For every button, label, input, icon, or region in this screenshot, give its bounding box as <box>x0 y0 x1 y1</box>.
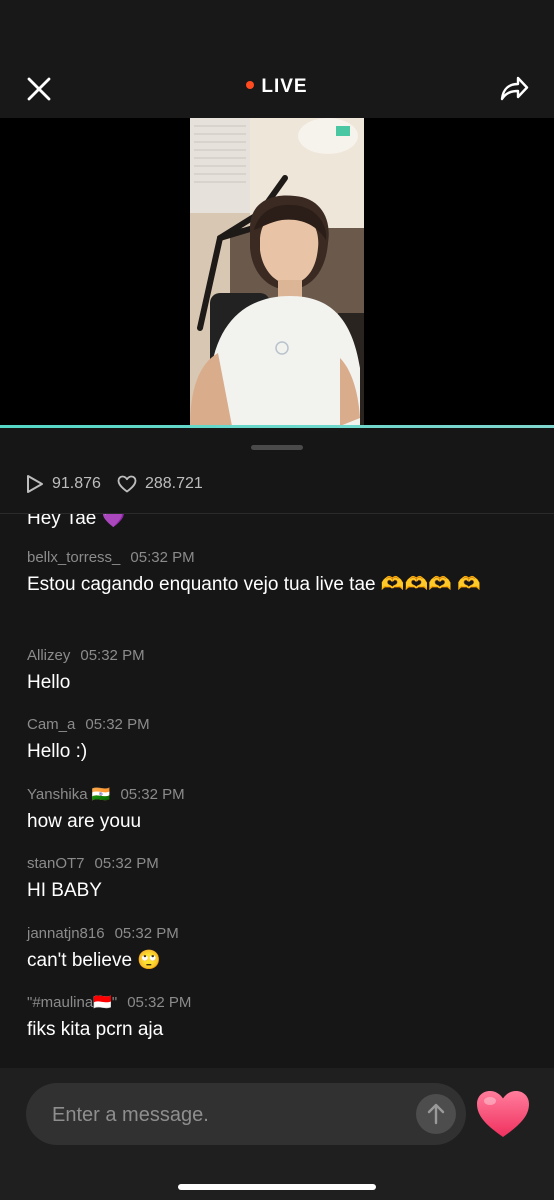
timestamp: 05:32 PM <box>114 925 179 942</box>
timestamp: 05:32 PM <box>120 786 185 803</box>
message-text: can't believe 🙄 <box>27 950 161 971</box>
bottom-bar <box>0 1068 554 1200</box>
message-text: fiks kita pcrn aja <box>27 1019 164 1040</box>
message-header: Allizey 05:32 PM <box>27 646 527 666</box>
play-count: 91.876 <box>26 474 101 494</box>
message-text: Hello :) <box>27 741 88 762</box>
message-header: jannatjn816 05:32 PM <box>27 924 527 944</box>
chat-panel: 91.876 288.721 Hey Tae 💜 bellx_torress_ 0… <box>0 428 554 1068</box>
message-text: Estou cagando enquanto vejo tua live tae… <box>27 574 481 595</box>
timestamp: 05:32 PM <box>80 647 145 664</box>
arrow-up-icon <box>427 1103 445 1125</box>
username[interactable]: Yanshika 🇮🇳 <box>27 786 110 803</box>
timestamp: 05:32 PM <box>85 716 150 733</box>
video-player[interactable] <box>0 118 554 426</box>
message-header: Yanshika 🇮🇳 05:32 PM <box>27 785 527 805</box>
message-header: stanOT7 05:32 PM <box>27 854 527 874</box>
message-input[interactable] <box>50 1083 394 1147</box>
chat-message-partial: Hey Tae 💜 <box>27 514 527 532</box>
top-bar: LIVE <box>0 0 554 118</box>
video-image <box>190 118 364 426</box>
username[interactable]: "#maulina🇮🇩" <box>27 994 117 1011</box>
timestamp: 05:32 PM <box>94 855 159 872</box>
stats-row: 91.876 288.721 <box>26 472 219 496</box>
live-dot <box>246 80 255 89</box>
timestamp: 05:32 PM <box>127 994 192 1011</box>
share-button[interactable] <box>498 72 530 104</box>
chat-message: "#maulina🇮🇩" 05:32 PM fiks kita pcrn aja <box>27 993 527 1043</box>
home-indicator[interactable] <box>178 1184 376 1190</box>
share-icon <box>500 76 529 101</box>
username[interactable]: stanOT7 <box>27 855 85 872</box>
message-text: HI BABY <box>27 880 102 901</box>
chat-list[interactable]: Hey Tae 💜 bellx_torress_ 05:32 PM Estou c… <box>0 514 554 1068</box>
chat-message: stanOT7 05:32 PM HI BABY <box>27 854 527 904</box>
message-input-container <box>26 1083 466 1147</box>
like-count-value: 288.721 <box>144 475 203 492</box>
message-text: Hey Tae 💜 <box>27 514 126 529</box>
live-label: LIVE <box>261 76 308 97</box>
chat-message: Cam_a 05:32 PM Hello :) <box>27 715 527 765</box>
message-header: "#maulina🇮🇩" 05:32 PM <box>27 993 527 1013</box>
heart-button[interactable] <box>474 1088 532 1140</box>
heart-outline-icon <box>117 475 137 493</box>
heart-icon <box>477 1091 529 1137</box>
live-indicator: LIVE <box>0 76 554 98</box>
live-video-frame <box>190 118 364 426</box>
message-header: Cam_a 05:32 PM <box>27 715 527 735</box>
chat-message: bellx_torress_ 05:32 PM Estou cagando enq… <box>27 548 527 598</box>
send-button[interactable] <box>416 1094 456 1134</box>
play-count-value: 91.876 <box>52 475 101 492</box>
message-text: how are youu <box>27 811 142 832</box>
message-header: bellx_torress_ 05:32 PM <box>27 548 527 568</box>
play-icon <box>27 475 43 493</box>
message-text: Hello <box>27 672 71 693</box>
chat-message: Allizey 05:32 PM Hello <box>27 646 527 696</box>
timestamp: 05:32 PM <box>130 549 195 566</box>
username[interactable]: jannatjn816 <box>27 925 105 942</box>
like-count: 288.721 <box>117 475 203 493</box>
username[interactable]: Allizey <box>27 647 70 664</box>
drag-handle[interactable] <box>251 445 303 450</box>
chat-message: Yanshika 🇮🇳 05:32 PM how are youu <box>27 785 527 835</box>
username[interactable]: Cam_a <box>27 716 75 733</box>
chat-message: jannatjn816 05:32 PM can't believe 🙄 <box>27 924 527 974</box>
username[interactable]: bellx_torress_ <box>27 549 120 566</box>
